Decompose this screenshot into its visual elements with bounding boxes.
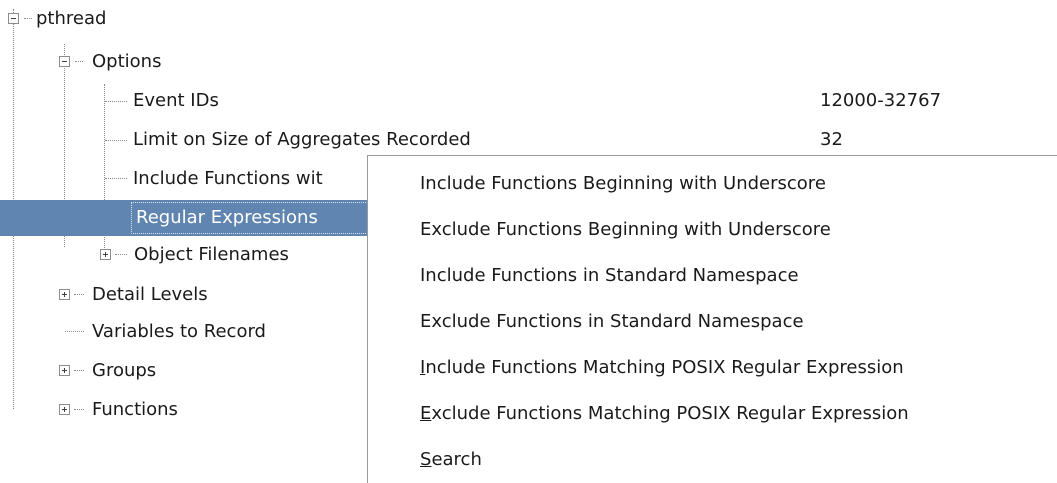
tree-node-label: Groups [92, 360, 157, 381]
event-ids-value: 12000-32767 [820, 90, 942, 111]
tree-connector [74, 294, 84, 295]
tree-node-functions[interactable]: Functions [92, 392, 178, 428]
tree-connector [75, 61, 83, 62]
tree-node-object-filenames[interactable]: Object Filenames [134, 237, 289, 273]
tree-connector [65, 331, 84, 332]
tree-connector [105, 178, 127, 179]
menu-item-include-posix-regex[interactable]: Include Functions Matching POSIX Regular… [368, 345, 1056, 391]
tree-connector [105, 140, 127, 141]
tree-connector [74, 370, 84, 371]
tree-node-pthread[interactable]: pthread [36, 1, 106, 37]
menu-item-include-std-namespace[interactable]: Include Functions in Standard Namespace [368, 253, 1056, 299]
expand-icon[interactable] [59, 404, 70, 415]
collapse-icon[interactable] [8, 13, 19, 24]
expand-icon[interactable] [59, 365, 70, 376]
tree-node-label: Event IDs [133, 90, 219, 111]
expand-icon[interactable] [100, 249, 111, 260]
menu-item-exclude-underscore[interactable]: Exclude Functions Beginning with Undersc… [368, 207, 1056, 253]
tree-node-label: pthread [36, 8, 107, 29]
expand-icon[interactable] [59, 289, 70, 300]
tree-node-label: Object Filenames [134, 244, 289, 265]
mnemonic: S [420, 449, 432, 470]
tree-node-label: Variables to Record [92, 321, 266, 342]
tree-connector [115, 254, 127, 255]
tree-node-detail-levels[interactable]: Detail Levels [92, 277, 208, 313]
tree-node-event-ids[interactable]: Event IDs [133, 83, 219, 119]
tree-node-label: Functions [92, 399, 178, 420]
tree-connector [74, 409, 84, 410]
menu-item-exclude-posix-regex[interactable]: Exclude Functions Matching POSIX Regular… [368, 391, 1056, 437]
mnemonic: E [420, 403, 432, 424]
tree-node-label: Limit on Size of Aggregates Recorded [133, 129, 471, 150]
limit-size-value: 32 [820, 129, 843, 150]
tree-node-options[interactable]: Options [92, 44, 161, 80]
tree-node-variables[interactable]: Variables to Record [92, 314, 266, 350]
context-menu: Include Functions Beginning with Undersc… [367, 155, 1057, 483]
tree-node-label: Regular Expressions [136, 207, 318, 228]
tree-node-regular-expressions[interactable]: Regular Expressions [136, 200, 318, 236]
tree-node-limit-size[interactable]: Limit on Size of Aggregates Recorded [133, 122, 471, 158]
menu-item-search[interactable]: Search [368, 437, 1056, 483]
tree-node-label: Detail Levels [92, 284, 208, 305]
tree-connector [24, 18, 32, 19]
tree-node-groups[interactable]: Groups [92, 353, 156, 389]
tree-connector [105, 101, 127, 102]
tree-node-label: Include Functions wit [133, 168, 323, 189]
tree-node-include-functions[interactable]: Include Functions wit [133, 161, 323, 197]
collapse-icon[interactable] [59, 56, 70, 67]
menu-item-include-underscore[interactable]: Include Functions Beginning with Undersc… [368, 161, 1056, 207]
tree-node-label: Options [92, 51, 162, 72]
menu-item-exclude-std-namespace[interactable]: Exclude Functions in Standard Namespace [368, 299, 1056, 345]
